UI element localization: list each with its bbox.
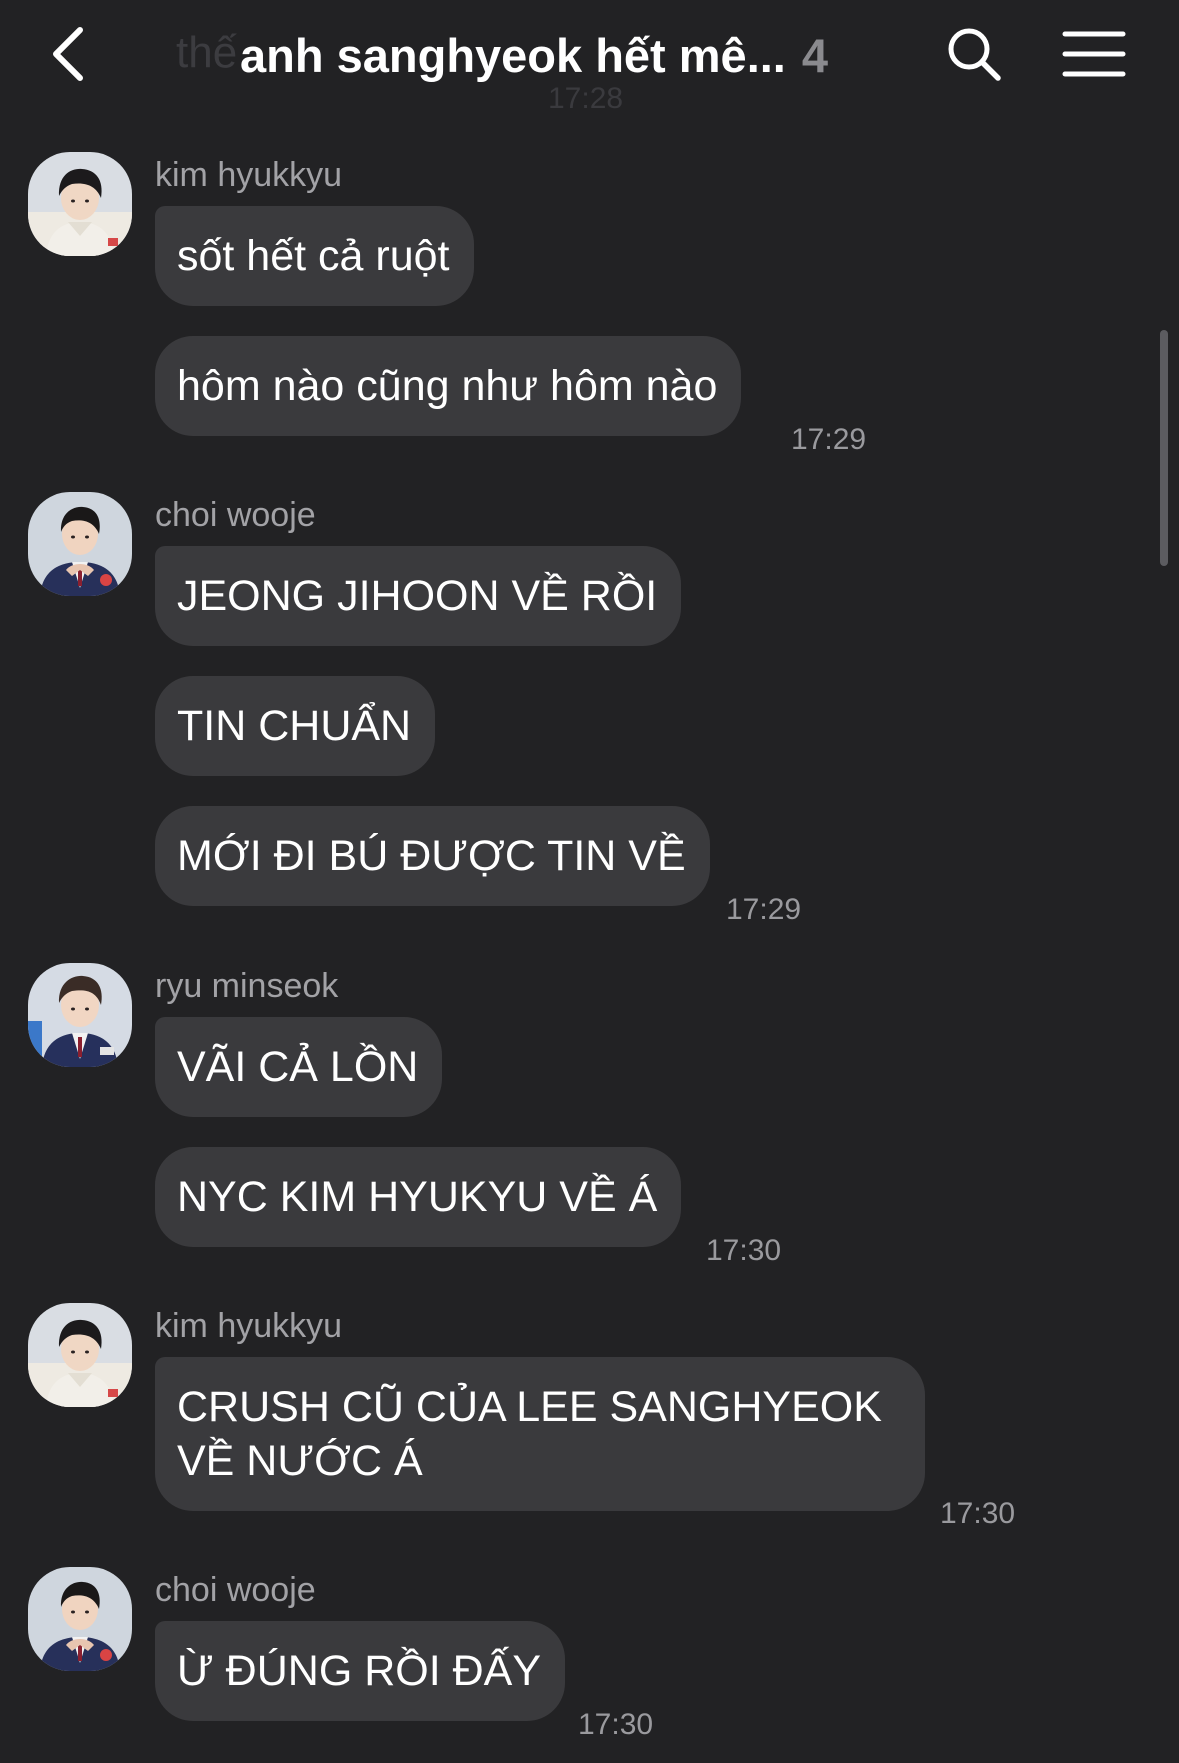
message-bubble[interactable]: hôm nào cũng như hôm nào (155, 336, 742, 436)
avatar-kim-hyukkyu[interactable] (28, 1303, 132, 1407)
message-bubble[interactable]: VÃI CẢ LỒN (155, 1017, 443, 1117)
message-time: 17:30 (940, 1497, 1016, 1530)
scrolled-message-ghost: thế (176, 28, 238, 77)
scrollbar[interactable] (1160, 330, 1168, 566)
avatar-choi-wooje[interactable] (28, 492, 132, 596)
message-bubble[interactable]: CRUSH CŨ CỦA LEE SANGHYEOK VỀ NƯỚC Á (155, 1357, 925, 1511)
sender-name: choi wooje (155, 496, 316, 534)
hamburger-menu-icon[interactable] (1062, 28, 1126, 80)
message-bubble[interactable]: sốt hết cả ruột (155, 206, 474, 306)
avatar-kim-hyukkyu[interactable] (28, 152, 132, 256)
avatar-ryu-minseok[interactable] (28, 963, 132, 1067)
chat-title[interactable]: anh sanghyeok hết mê... 4 (240, 26, 828, 86)
message-bubble[interactable]: JEONG JIHOON VỀ RỒI (155, 546, 682, 646)
chevron-left-icon[interactable] (44, 24, 96, 84)
scrolled-time-ghost: 17:28 (548, 82, 624, 115)
sender-name: ryu minseok (155, 967, 339, 1005)
message-time: 17:29 (726, 893, 802, 926)
member-count: 4 (801, 29, 829, 82)
chat-title-text: anh sanghyeok hết mê... (240, 29, 786, 82)
avatar-choi-wooje[interactable] (28, 1567, 132, 1671)
message-bubble[interactable]: NYC KIM HYUKYU VỀ Á (155, 1147, 682, 1247)
sender-name: kim hyukkyu (155, 156, 343, 194)
message-bubble[interactable]: MỚI ĐI BÚ ĐƯỢC TIN VỀ (155, 806, 710, 906)
chat-header: thế 17:28 anh sanghyeok hết mê... 4 (0, 0, 1179, 120)
sender-name: kim hyukkyu (155, 1307, 343, 1345)
message-bubble[interactable]: TIN CHUẨN (155, 676, 436, 776)
search-icon[interactable] (944, 24, 1004, 84)
message-time: 17:30 (706, 1234, 782, 1267)
message-bubble[interactable]: Ừ ĐÚNG RỒI ĐẤY (155, 1621, 566, 1721)
message-time: 17:29 (791, 423, 867, 456)
message-time: 17:30 (578, 1708, 654, 1741)
sender-name: choi wooje (155, 1571, 316, 1609)
